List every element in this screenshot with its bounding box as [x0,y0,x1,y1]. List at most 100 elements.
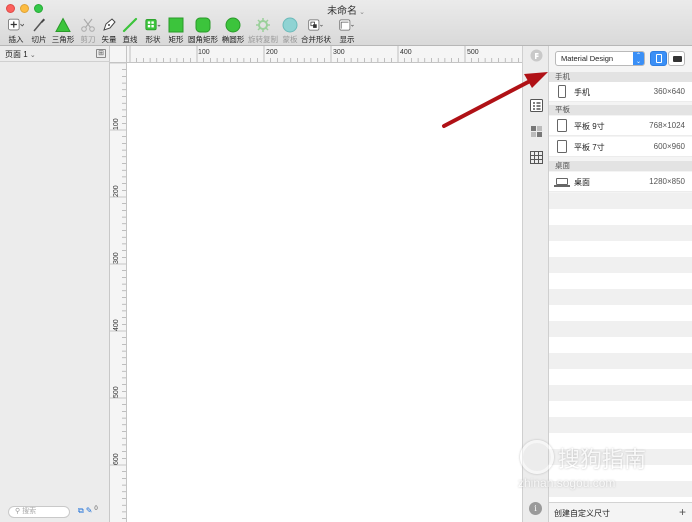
toolbar-label: 合并形状 [301,35,331,44]
preset-size: 1280×850 [649,177,685,186]
document-title[interactable]: 未命名 ⌄ [0,2,692,17]
plus-icon: + [678,505,686,519]
artboard-canvas[interactable] [127,63,522,522]
toolbar-label: 显示 [339,35,355,44]
horizontal-ruler-ticks: 100 200 300 400 500 [129,46,519,62]
chevron-down-icon: ⌄ [29,52,36,59]
title-toolbar: 未命名 ⌄ 插入 切片 三角形 剪刀 矢量 直线 形状 矩形 圆角矩形 椭圆形 … [0,0,692,46]
toolbar-rectangle-button[interactable]: 矩形 [163,17,189,44]
tablet-icon [557,140,567,153]
preset-item-phone[interactable]: 手机 360×640 [549,82,692,102]
artboard-presets-icon[interactable] [530,99,543,112]
preset-item-tablet-9[interactable]: 平板 9寸 768×1024 [549,116,692,136]
toolbar-label: 矢量 [101,35,117,44]
ruler-label-100: 100 [198,49,210,56]
watermark-url: zhinan.sogou.com [518,476,616,490]
layout-grid-icon[interactable] [530,125,543,138]
toolbar-label: 形状 [145,35,161,44]
empty-list-row [549,225,692,241]
toolbar-label: 直线 [122,35,138,44]
ruler-label-v500: 500 [113,386,120,398]
toolbar-oval-button[interactable]: 椭圆形 [220,17,246,44]
toolbar-label: 矩形 [168,35,184,44]
ruler-label-200: 200 [266,49,278,56]
preset-name: 手机 [574,88,590,97]
pages-header: 页面 1 ⌄ ⊞ [0,46,110,62]
preset-size: 360×640 [653,87,685,96]
preset-name: 平板 9寸 [574,122,605,131]
preset-item-desktop[interactable]: 桌面 1280×850 [549,172,692,192]
pencil-icon[interactable]: ✎ [86,506,93,516]
search-placeholder: 搜索 [22,508,37,515]
layer-search-input[interactable]: ⚲ 搜索 [8,506,70,518]
laptop-icon [554,178,570,187]
app-window: 未命名 ⌄ 插入 切片 三角形 剪刀 矢量 直线 形状 矩形 圆角矩形 椭圆形 … [0,0,692,522]
plus-icon [8,17,24,33]
copy-icon[interactable]: ⧉ [78,506,84,516]
oval-icon [225,17,241,33]
watermark-s-logo [520,440,554,474]
mask-icon [282,17,298,33]
empty-list-row [549,305,692,321]
landscape-orientation-button[interactable] [668,51,685,66]
search-icon: ⚲ [15,508,21,515]
portrait-orientation-button[interactable] [650,51,667,66]
toolbar-label: 蒙板 [282,35,298,44]
toolbar-label: 旋转复制 [248,35,278,44]
line-icon [122,17,138,33]
toolbar-label: 椭圆形 [221,35,245,44]
empty-list-row [549,273,692,289]
toolbar-mask-button[interactable]: 蒙板 [277,17,303,44]
empty-list-row [549,321,692,337]
empty-list-row [549,289,692,305]
toolbar-label: 切片 [31,35,47,44]
toolbar-combine-shapes-button[interactable]: 合并形状 [301,17,331,44]
pen-vector-icon [101,17,117,33]
toolbar-rounded-rectangle-button[interactable]: 圆角矩形 [188,17,218,44]
current-page-label: 页面 1 [5,50,28,59]
vertical-ruler[interactable]: 100 200 300 400 500 600 [110,63,127,522]
empty-list-row [549,257,692,273]
slice-knife-icon [31,17,47,33]
preset-dropdown[interactable]: Material Design ⌃ ⌄ [555,51,645,66]
watermark-logo: 搜狗指南 zhinan.sogou.com [514,438,684,496]
page-selector[interactable]: 页面 1 ⌄ [5,49,36,60]
portrait-icon [656,54,662,63]
toolbar-triangle-button[interactable]: 三角形 [50,17,76,44]
landscape-icon [673,56,682,62]
preset-size: 768×1024 [649,121,685,130]
empty-list-row [549,241,692,257]
empty-list-row [549,353,692,369]
toolbar-slice-button[interactable]: 切片 [26,17,52,44]
preset-size: 600×960 [653,142,685,151]
toolbar-label: 插入 [8,35,24,44]
horizontal-ruler[interactable]: 100 200 300 400 500 [110,46,522,63]
document-title-text: 未命名 [327,6,358,17]
ruler-label-300: 300 [333,49,345,56]
updown-chevron-icon: ⌃ ⌄ [633,52,644,65]
table-grid-icon[interactable] [530,151,543,164]
toolbar-rotate-copies-button[interactable]: 旋转复制 [248,17,278,44]
ruler-corner [110,46,127,63]
preset-name: 平板 7寸 [574,143,605,152]
ruler-label-500: 500 [467,49,479,56]
group-header-phone: 手机 [549,72,692,82]
create-custom-size-button[interactable]: 创建自定义尺寸 + [549,502,692,522]
empty-list-row [549,209,692,225]
watermark-brand: 搜狗指南 [558,448,647,473]
empty-list-row [549,337,692,353]
group-header-tablet: 平板 [549,105,692,115]
preset-item-tablet-7[interactable]: 平板 7寸 600×960 [549,137,692,157]
rotate-copies-icon [255,17,271,33]
preset-name: 桌面 [574,178,590,187]
add-page-button[interactable]: ⊞ [96,49,106,58]
toolbar-view-button[interactable]: 显示 [334,17,360,44]
preview-icon[interactable] [530,49,543,62]
ruler-label-400: 400 [400,49,412,56]
info-icon[interactable]: i [529,502,542,515]
empty-list-row [549,401,692,417]
ruler-label-v600: 600 [113,453,120,465]
toolbar-label: 三角形 [51,35,75,44]
view-icon [339,17,355,33]
toolbar-label: 圆角矩形 [188,35,218,44]
